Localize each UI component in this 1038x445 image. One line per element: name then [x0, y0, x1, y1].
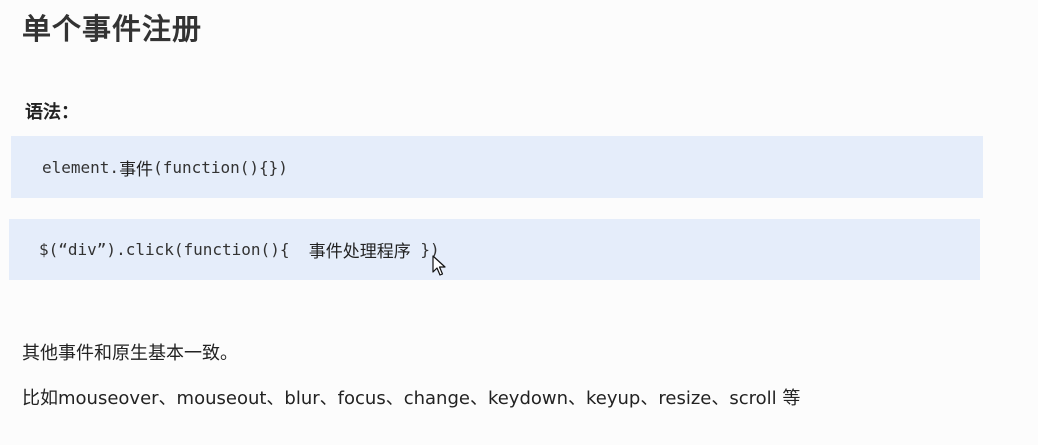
- code-block-element-event: element. 事件 (function(){}): [11, 136, 983, 198]
- page-title: 单个事件注册: [22, 12, 203, 46]
- code-block-jquery-click: $(“div”).click(function(){ 事件处理程序 }): [9, 219, 980, 280]
- code-prefix: $(“div”).click(function(){: [39, 240, 309, 259]
- event-examples-paragraph: 比如mouseover、mouseout、blur、focus、change、k…: [22, 388, 801, 409]
- other-events-paragraph: 其他事件和原生基本一致。: [22, 343, 238, 364]
- code-handler-text: 事件处理程序: [308, 242, 411, 262]
- code-suffix: (function(){}): [153, 157, 288, 177]
- code-event-word: 事件: [119, 159, 154, 180]
- syntax-label: 语法：: [25, 102, 79, 123]
- code-prefix: element.: [42, 157, 120, 177]
- mouse-pointer-icon: [432, 255, 446, 276]
